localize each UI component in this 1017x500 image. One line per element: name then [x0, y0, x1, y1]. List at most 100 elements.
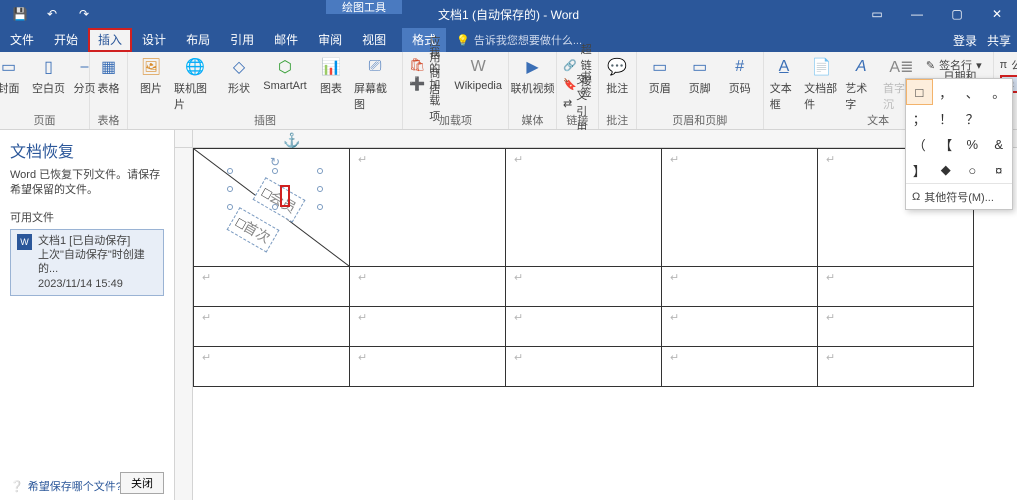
table-cell[interactable]: ↵	[818, 267, 974, 307]
group-label-pages: 页面	[34, 112, 56, 128]
table-cell[interactable]: ↵	[506, 307, 662, 347]
recovery-file-item[interactable]: W 文档1 [已自动保存] 上次"自动保存"时创建的... 2023/11/14…	[10, 229, 164, 296]
recovery-close-button[interactable]: 关闭	[120, 472, 164, 494]
group-label-links: 链接	[566, 112, 588, 128]
tab-mailings[interactable]: 邮件	[264, 28, 308, 52]
table-button[interactable]: ▦表格	[92, 56, 126, 96]
symbol-cell[interactable]: 。	[986, 79, 1013, 105]
shapes-button[interactable]: ◇形状	[222, 56, 256, 96]
help-icon: ❔	[10, 480, 24, 493]
word-icon: W	[17, 234, 32, 250]
online-pictures-button[interactable]: 🌐联机图片	[174, 56, 216, 112]
selection-handles[interactable]: ↻	[230, 171, 320, 207]
vertical-ruler[interactable]	[175, 148, 193, 500]
symbol-cell[interactable]: &	[986, 131, 1013, 157]
symbol-cell[interactable]: ○	[959, 157, 986, 183]
login-link[interactable]: 登录	[953, 32, 977, 49]
tab-layout[interactable]: 布局	[176, 28, 220, 52]
minimize-button[interactable]: —	[897, 0, 937, 28]
table-cell[interactable]: ↵	[662, 347, 818, 387]
tab-view[interactable]: 视图	[352, 28, 396, 52]
symbol-cell[interactable]	[986, 105, 1013, 131]
redo-button[interactable]: ↷	[72, 2, 96, 26]
document-canvas[interactable]: ⚓ □会员 □首次 ↻	[175, 130, 1017, 500]
table-cell[interactable]: ↵	[194, 307, 350, 347]
my-addins-button[interactable]: ➕我的加载项	[409, 75, 448, 93]
tab-design[interactable]: 设计	[132, 28, 176, 52]
symbol-cell[interactable]: %	[959, 131, 986, 157]
table-cell[interactable]: ↵	[350, 267, 506, 307]
window-title: 文档1 (自动保存的) - Word	[438, 6, 579, 23]
header-button[interactable]: ▭页眉	[643, 56, 677, 96]
tab-home[interactable]: 开始	[44, 28, 88, 52]
wordart-button[interactable]: A艺术字	[845, 56, 877, 112]
lightbulb-icon: 💡	[456, 34, 470, 47]
tell-me-search[interactable]: 💡告诉我您想要做什么...	[446, 32, 582, 48]
close-window-button[interactable]: ✕	[977, 0, 1017, 28]
symbol-cell[interactable]: ◆	[933, 157, 960, 183]
table-cell[interactable]: ↵	[818, 307, 974, 347]
symbol-cell[interactable]: ¤	[986, 157, 1013, 183]
equation-button[interactable]: π公式 ▾	[1000, 56, 1017, 74]
omega-icon: Ω	[912, 191, 920, 203]
rotate-handle[interactable]: ↻	[270, 155, 280, 169]
symbol-cell[interactable]: 】	[906, 157, 933, 183]
table-cell[interactable]: ↵	[818, 347, 974, 387]
document-table[interactable]: □会员 □首次 ↻ ⧉ ↵	[193, 148, 974, 387]
cover-page-button[interactable]: ▭封面	[0, 56, 26, 96]
ribbon-options-button[interactable]: ▭	[857, 0, 897, 28]
table-cell[interactable]: ↵	[194, 347, 350, 387]
share-button[interactable]: 共享	[987, 32, 1011, 49]
table-cell[interactable]: ↵	[506, 347, 662, 387]
ribbon: ▭封面 ▯空白页 ⎯分页 页面 ▦表格 表格 🖼图片 🌐联机图片 ◇形状 ⬡Sm…	[0, 52, 1017, 130]
symbol-cell[interactable]: （	[906, 131, 933, 157]
table-cell[interactable]: ↵	[662, 267, 818, 307]
symbol-cell[interactable]: □	[906, 79, 933, 105]
online-video-button[interactable]: ▶联机视频	[511, 56, 555, 96]
restore-button[interactable]: ▢	[937, 0, 977, 28]
recovery-title: 文档恢复	[10, 138, 164, 162]
save-button[interactable]: 💾	[8, 2, 32, 26]
group-label-text: 文本	[867, 112, 889, 128]
tab-file[interactable]: 文件	[0, 28, 44, 52]
table-cell[interactable]: ↵	[350, 347, 506, 387]
pictures-button[interactable]: 🖼图片	[134, 56, 168, 96]
table-cell[interactable]: ↵	[506, 149, 662, 267]
table-cell[interactable]: ↵	[350, 149, 506, 267]
quick-parts-button[interactable]: 📄文档部件	[804, 56, 839, 112]
more-symbols-button[interactable]: Ω其他符号(M)...	[906, 183, 1012, 209]
crossref-button[interactable]: ⇄交叉引用	[563, 94, 592, 112]
bookmark-icon: 🔖	[563, 78, 577, 91]
page-number-button[interactable]: #页码	[723, 56, 757, 96]
screenshot-button[interactable]: ⎚屏幕截图	[354, 56, 396, 112]
tab-insert[interactable]: 插入	[88, 28, 132, 52]
pen-icon: ✎	[926, 59, 935, 72]
tab-review[interactable]: 审阅	[308, 28, 352, 52]
chart-button[interactable]: 📊图表	[314, 56, 348, 96]
ruler-corner	[175, 130, 193, 148]
ribbon-tabs: 文件 开始 插入 设计 布局 引用 邮件 审阅 视图 格式 💡告诉我您想要做什么…	[0, 28, 1017, 52]
horizontal-ruler[interactable]	[193, 130, 1017, 148]
blank-page-button[interactable]: ▯空白页	[32, 56, 66, 96]
table-cell[interactable]: ↵	[662, 307, 818, 347]
symbol-cell[interactable]: 【	[933, 131, 960, 157]
comment-button[interactable]: 💬批注	[600, 56, 634, 96]
symbol-cell[interactable]: 、	[959, 79, 986, 105]
symbol-cell[interactable]: ，	[933, 79, 960, 105]
smartart-button[interactable]: ⬡SmartArt	[262, 56, 308, 92]
symbol-cell[interactable]: ！	[933, 105, 960, 131]
table-cell[interactable]: ↵	[506, 267, 662, 307]
recovery-description: Word 已恢复下列文件。请保存希望保留的文件。	[10, 168, 164, 199]
undo-button[interactable]: ↶	[40, 2, 64, 26]
table-cell-diagonal[interactable]: □会员 □首次 ↻ ⧉	[194, 149, 350, 267]
table-cell[interactable]: ↵	[662, 149, 818, 267]
tab-references[interactable]: 引用	[220, 28, 264, 52]
table-cell[interactable]: ↵	[350, 307, 506, 347]
footer-button[interactable]: ▭页脚	[683, 56, 717, 96]
symbol-cell[interactable]: ；	[906, 105, 933, 131]
symbol-cell[interactable]: ？	[959, 105, 986, 131]
textbox-button[interactable]: A̲文本框	[770, 56, 798, 112]
wikipedia-button[interactable]: WWikipedia	[454, 56, 502, 92]
table-cell[interactable]: ↵	[194, 267, 350, 307]
group-label-addins: 加载项	[439, 112, 472, 128]
